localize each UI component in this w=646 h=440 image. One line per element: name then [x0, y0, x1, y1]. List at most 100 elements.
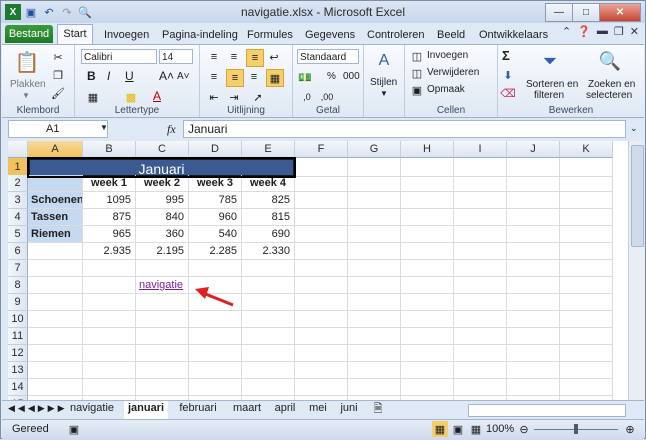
increase-indent-icon[interactable]: ⇥	[226, 89, 242, 105]
percent-button[interactable]: %	[327, 71, 336, 82]
grid-cell[interactable]	[401, 192, 454, 209]
total-cell[interactable]: 2.285	[189, 243, 242, 260]
grid-cell[interactable]	[242, 311, 295, 328]
grid-cell[interactable]	[560, 192, 613, 209]
decrease-indent-icon[interactable]: ⇤	[206, 89, 222, 105]
grid-cell[interactable]	[28, 243, 83, 260]
sheet-nav-arrows[interactable]: ◀◀◀▶▶▶	[8, 403, 68, 414]
value-cell[interactable]: 360	[136, 226, 189, 243]
font-size-select[interactable]: 14	[159, 49, 193, 64]
grow-font-icon[interactable]: A˄	[159, 69, 174, 83]
grid-cell[interactable]	[401, 277, 454, 294]
row-header-14[interactable]: 14	[8, 379, 28, 396]
grid-cell[interactable]	[295, 243, 348, 260]
grid-cell[interactable]	[28, 311, 83, 328]
styles-dropdown-icon[interactable]: ▼	[380, 89, 388, 98]
grid-cell[interactable]	[401, 311, 454, 328]
grid-cell[interactable]	[28, 379, 83, 396]
grid-cell[interactable]	[454, 192, 507, 209]
value-cell[interactable]: 825	[242, 192, 295, 209]
column-header-c[interactable]: C	[136, 141, 189, 158]
total-cell[interactable]: 2.935	[83, 243, 136, 260]
grid-cell[interactable]	[560, 260, 613, 277]
value-cell[interactable]: 965	[83, 226, 136, 243]
grid-cell[interactable]	[295, 209, 348, 226]
grid-cell[interactable]	[136, 260, 189, 277]
grid-cell[interactable]	[507, 243, 560, 260]
minimize-button[interactable]: —	[545, 3, 573, 22]
grid-cell[interactable]	[295, 345, 348, 362]
column-header-d[interactable]: D	[189, 141, 242, 158]
grid-cell[interactable]	[454, 260, 507, 277]
wrap-text-icon[interactable]: ↩	[266, 49, 282, 65]
grid-cell[interactable]	[401, 226, 454, 243]
clear-icon[interactable]: ⌫	[500, 85, 516, 101]
tab-invoegen[interactable]: Invoegen	[104, 26, 149, 44]
grid-cell[interactable]	[348, 277, 401, 294]
week-header-cell[interactable]: week 4	[242, 175, 295, 192]
grid-cell[interactable]	[348, 158, 401, 177]
grid-cell[interactable]	[295, 175, 348, 192]
vertical-scrollbar[interactable]	[628, 141, 644, 400]
grid-cell[interactable]	[401, 209, 454, 226]
grid-cell[interactable]	[454, 175, 507, 192]
paste-icon[interactable]: 📋	[15, 49, 40, 75]
bold-button[interactable]: B	[87, 69, 96, 83]
align-left-icon[interactable]: ≡	[206, 69, 222, 85]
week-header-cell[interactable]: week 3	[189, 175, 242, 192]
increase-decimal-icon[interactable]: ,0	[299, 89, 315, 105]
page-layout-view-icon[interactable]: ▣	[450, 421, 466, 437]
sheet-tab-juni[interactable]: juni	[335, 401, 363, 417]
week-header-cell[interactable]: week 2	[136, 175, 189, 192]
grid-cell[interactable]	[83, 260, 136, 277]
value-cell[interactable]: 840	[136, 209, 189, 226]
grid-cell[interactable]	[454, 209, 507, 226]
grid-cell[interactable]	[136, 345, 189, 362]
grid-cell[interactable]	[507, 260, 560, 277]
grid-cell[interactable]	[28, 328, 83, 345]
grid-cell[interactable]	[242, 379, 295, 396]
underline-button[interactable]: U	[125, 69, 134, 83]
grid-cell[interactable]	[189, 345, 242, 362]
grid-cell[interactable]	[83, 345, 136, 362]
grid-cell[interactable]	[507, 311, 560, 328]
grid-cell[interactable]	[189, 328, 242, 345]
align-top-icon[interactable]: ≡	[206, 49, 222, 65]
grid-cell[interactable]	[401, 379, 454, 396]
grid-cell[interactable]	[560, 226, 613, 243]
grid-cell[interactable]	[454, 379, 507, 396]
grid-cell[interactable]	[136, 311, 189, 328]
grid-cell[interactable]	[401, 158, 454, 177]
grid-cell[interactable]	[454, 226, 507, 243]
grid-cell[interactable]	[560, 243, 613, 260]
grid-cell[interactable]	[560, 345, 613, 362]
zoom-out-icon[interactable]: ⊖	[516, 421, 532, 437]
column-header-k[interactable]: K	[560, 141, 613, 158]
grid-cell[interactable]	[401, 243, 454, 260]
value-cell[interactable]: 540	[189, 226, 242, 243]
shrink-font-icon[interactable]: A˅	[177, 71, 190, 82]
collapse-ribbon-icon[interactable]: ⌃	[562, 25, 571, 38]
grid-cell[interactable]	[454, 345, 507, 362]
row-header-4[interactable]: 4	[8, 209, 28, 226]
grid-cell[interactable]	[560, 277, 613, 294]
insert-function-button[interactable]: fx	[167, 122, 176, 137]
grid-cell[interactable]	[507, 175, 560, 192]
grid-cell[interactable]	[136, 294, 189, 311]
sort-filter-icon[interactable]: ⏷	[538, 49, 562, 73]
minimize-workbook-icon[interactable]: ▬	[597, 25, 608, 38]
column-header-f[interactable]: F	[295, 141, 348, 158]
delete-cells-icon[interactable]: ◫	[409, 65, 425, 81]
font-color-icon[interactable]: A	[153, 89, 161, 103]
grid-cell[interactable]	[295, 294, 348, 311]
grid-cell[interactable]	[295, 192, 348, 209]
tab-beeld[interactable]: Beeld	[437, 26, 465, 44]
column-header-i[interactable]: I	[454, 141, 507, 158]
sheet-tab-mei[interactable]: mei	[304, 401, 332, 417]
insert-cells-button[interactable]: Invoegen	[427, 50, 468, 61]
grid-cell[interactable]	[295, 277, 348, 294]
grid-cell[interactable]	[507, 158, 560, 177]
find-select-icon[interactable]: 🔍	[598, 49, 622, 73]
grid-cell[interactable]	[348, 294, 401, 311]
grid-cell[interactable]	[454, 362, 507, 379]
